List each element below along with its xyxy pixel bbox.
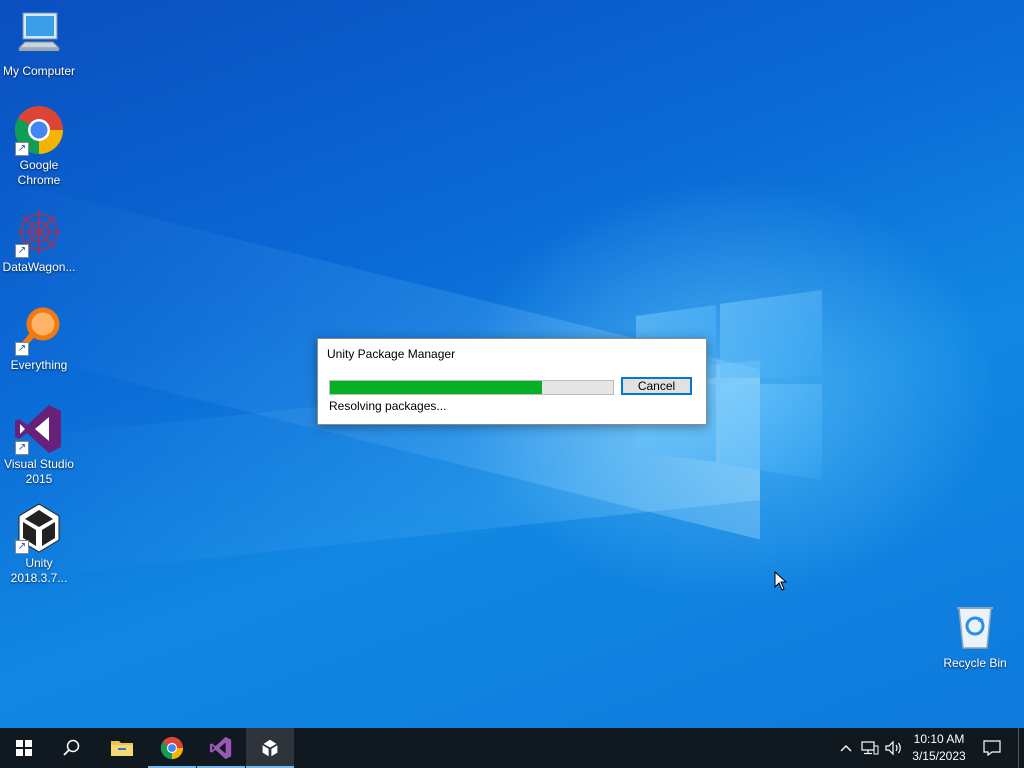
unity-package-manager-dialog: Unity Package Manager Resolving packages…	[317, 338, 707, 425]
cancel-button[interactable]: Cancel	[621, 377, 692, 395]
desktop-icon-unity[interactable]: ↗ Unity 2018.3.7...	[0, 502, 78, 586]
show-desktop-divider[interactable]	[1018, 728, 1019, 768]
progress-bar-fill	[330, 381, 543, 394]
desktop-icon-everything[interactable]: ↗ Everything	[0, 304, 78, 373]
search-icon	[63, 739, 80, 756]
dialog-title: Unity Package Manager	[327, 347, 456, 361]
mouse-pointer-icon	[774, 571, 788, 591]
recycle-bin-icon	[949, 602, 1001, 654]
unity-icon	[262, 739, 278, 757]
folder-icon	[111, 741, 133, 756]
desktop-icon-label: Visual Studio 2015	[4, 457, 74, 486]
desktop-icon-label: Unity 2018.3.7...	[10, 556, 68, 585]
desktop-icon-label: Everything	[10, 358, 68, 372]
desktop-icon-datawagon[interactable]: ↗ DataWagon...	[0, 206, 78, 275]
chrome-icon	[160, 736, 184, 760]
desktop-icon-label: My Computer	[2, 64, 76, 78]
clock-date: 3/15/2023	[912, 749, 966, 763]
chevron-up-icon	[840, 745, 852, 752]
desktop-icon-label: Google Chrome	[17, 158, 61, 187]
desktop-icon-my-computer[interactable]: My Computer	[0, 10, 78, 79]
windows-start-icon	[16, 740, 32, 756]
notification-icon	[983, 740, 1001, 756]
visual-studio-icon	[209, 736, 232, 760]
desktop-icon-recycle-bin[interactable]: Recycle Bin	[936, 602, 1014, 671]
network-icon	[861, 741, 879, 755]
chrome-icon: ↗	[13, 104, 65, 156]
show-hidden-icons-button[interactable]	[836, 728, 856, 768]
action-center-button[interactable]	[978, 728, 1006, 768]
taskbar-visual-studio[interactable]	[197, 728, 245, 768]
clock-time: 10:10 AM	[913, 732, 965, 746]
progress-bar	[329, 380, 614, 395]
start-button[interactable]	[0, 728, 48, 768]
status-text: Resolving packages...	[329, 399, 447, 413]
taskbar-file-explorer[interactable]	[98, 728, 146, 768]
desktop-icon-visual-studio[interactable]: ↗ Visual Studio 2015	[0, 403, 78, 487]
taskbar-chrome[interactable]	[148, 728, 196, 768]
desktop-icon-google-chrome[interactable]: ↗ Google Chrome	[0, 104, 78, 188]
taskbar-clock[interactable]: 10:10 AM 3/15/2023	[904, 731, 974, 765]
shortcut-arrow-icon: ↗	[15, 142, 29, 156]
network-tray-button[interactable]	[858, 728, 882, 768]
shortcut-arrow-icon: ↗	[15, 441, 29, 455]
shortcut-arrow-icon: ↗	[15, 342, 29, 356]
visual-studio-icon: ↗	[13, 403, 65, 455]
shortcut-arrow-icon: ↗	[15, 540, 29, 554]
taskbar: 10:10 AM 3/15/2023	[0, 728, 1024, 768]
desktop-icon-label: Recycle Bin	[943, 656, 1007, 670]
desktop-icon-label: DataWagon...	[2, 260, 76, 274]
taskbar-unity[interactable]	[246, 728, 294, 768]
datawagon-icon: ↗	[13, 206, 65, 258]
unity-icon: ↗	[13, 502, 65, 554]
shortcut-arrow-icon: ↗	[15, 244, 29, 258]
search-magnifier-icon: ↗	[13, 304, 65, 356]
speaker-icon	[885, 740, 901, 756]
volume-tray-button[interactable]	[882, 728, 906, 768]
monitor-icon	[13, 10, 65, 62]
taskbar-search-button[interactable]	[48, 728, 96, 768]
